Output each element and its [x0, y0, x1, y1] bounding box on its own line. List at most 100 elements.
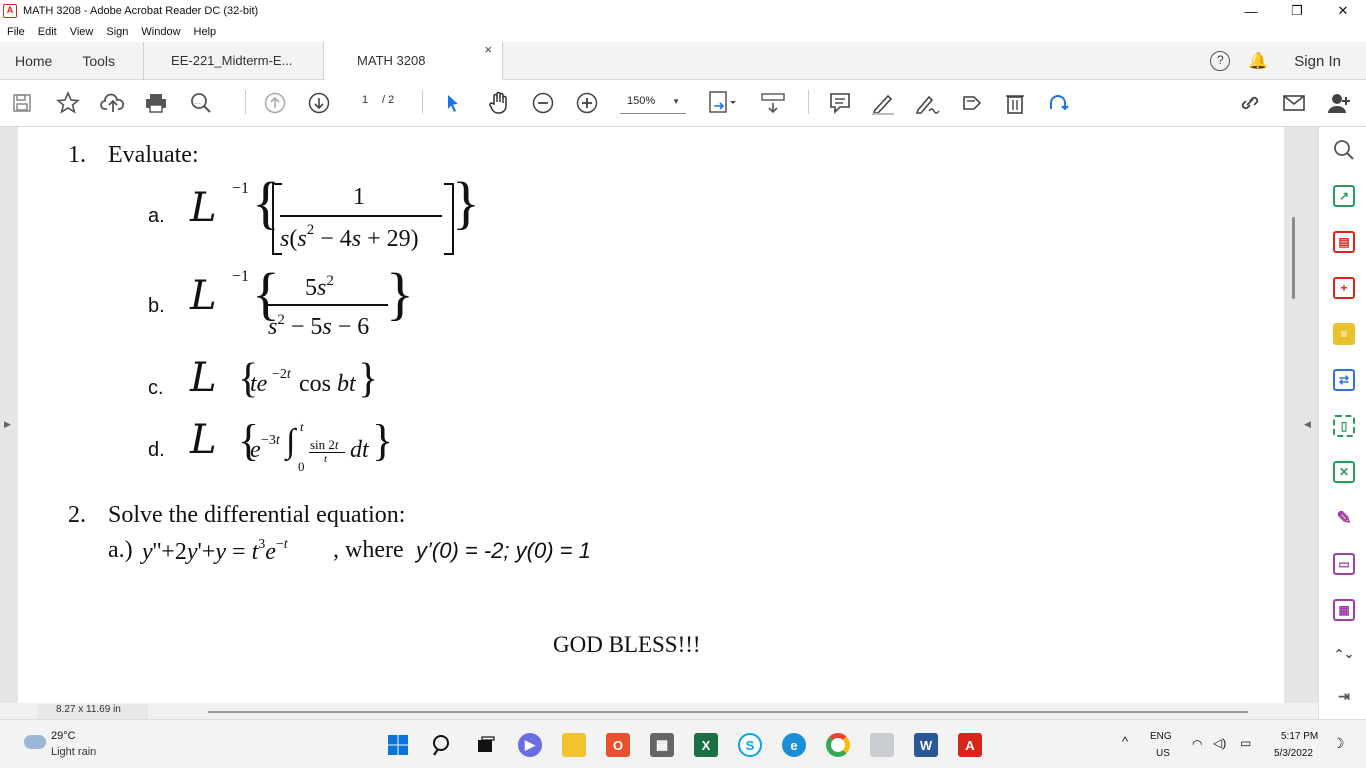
edge-browser-icon[interactable]: e — [782, 733, 806, 757]
file-explorer-icon[interactable] — [562, 733, 586, 757]
photos-app-icon[interactable] — [870, 733, 894, 757]
add-user-icon[interactable] — [1326, 91, 1352, 115]
edit-pdf-icon[interactable]: ▭ — [1333, 553, 1355, 575]
collapse-pane-icon[interactable]: ⇥ — [1333, 685, 1355, 707]
volume-icon[interactable]: ◁) — [1213, 736, 1226, 750]
acrobat-reader-taskbar-icon[interactable]: A — [958, 733, 982, 757]
minimize-button[interactable]: — — [1228, 0, 1274, 22]
menu-window[interactable]: Window — [141, 26, 180, 38]
next-page-icon[interactable] — [308, 91, 330, 115]
page-size-indicator: 8.27 x 11.69 in — [38, 704, 148, 719]
email-icon[interactable] — [1282, 91, 1306, 115]
protect-pdf-icon[interactable]: ▦ — [1333, 599, 1355, 621]
menu-sign[interactable]: Sign — [106, 26, 128, 38]
question-2a-where: , where — [333, 537, 404, 563]
search-zoom-icon[interactable] — [1333, 139, 1355, 161]
title-bar: A MATH 3208 - Adobe Acrobat Reader DC (3… — [0, 0, 1366, 22]
excel-icon[interactable]: X — [694, 733, 718, 757]
menu-help[interactable]: Help — [194, 26, 217, 38]
task-view-icon[interactable] — [474, 733, 498, 757]
closing-message: GOD BLESS!!! — [553, 632, 701, 657]
menu-edit[interactable]: Edit — [38, 26, 57, 38]
clock-date[interactable]: 5/3/2022 — [1274, 748, 1313, 759]
menu-view[interactable]: View — [70, 26, 94, 38]
close-button[interactable]: ✕ — [1320, 0, 1366, 22]
highlight-pen-icon[interactable] — [870, 91, 896, 115]
create-pdf-icon[interactable]: + — [1333, 277, 1355, 299]
question-2-number: 2. — [68, 502, 86, 528]
upload-cloud-icon[interactable] — [100, 91, 126, 115]
tab-document-ee221-label: EE-221_Midterm-E... — [171, 53, 293, 68]
windows-start-icon[interactable] — [386, 733, 410, 757]
tab-home[interactable]: Home — [0, 42, 67, 80]
horizontal-scrollbar[interactable] — [208, 711, 1248, 713]
zoom-level-dropdown[interactable]: 150% ▼ — [620, 88, 686, 114]
zoom-search-icon[interactable]: ... — [189, 91, 213, 115]
clock-time[interactable]: 5:17 PM — [1281, 731, 1318, 742]
hand-tool-icon[interactable] — [486, 91, 512, 115]
scrolling-mode-icon[interactable] — [760, 91, 786, 115]
share-pdf-icon[interactable]: ✕ — [1333, 461, 1355, 483]
tab-tools[interactable]: Tools — [67, 42, 143, 80]
previous-page-icon[interactable] — [264, 91, 286, 115]
bell-icon[interactable]: 🔔 — [1248, 51, 1268, 71]
chrome-browser-icon[interactable] — [826, 733, 850, 757]
select-cursor-icon[interactable] — [442, 91, 462, 115]
teams-chat-icon[interactable]: ▶ — [518, 733, 542, 757]
export-pdf-icon[interactable]: ↗ — [1333, 185, 1355, 207]
sign-fill-icon[interactable] — [958, 91, 986, 115]
weather-temperature[interactable]: 29°C — [51, 730, 76, 742]
sign-in-button[interactable]: Sign In — [1294, 53, 1341, 70]
menu-file[interactable]: File — [7, 26, 25, 38]
expand-left-panel-icon[interactable]: ▶ — [4, 419, 11, 430]
wifi-icon[interactable]: ◠ — [1192, 737, 1202, 751]
language-code[interactable]: ENG — [1150, 731, 1172, 742]
print-icon[interactable] — [144, 91, 168, 115]
comment-tool-icon[interactable]: ≡ — [1333, 323, 1355, 345]
battery-icon[interactable]: ▭ — [1240, 736, 1251, 750]
save-icon[interactable] — [12, 91, 32, 115]
convert-pdf-icon[interactable]: ⇄ — [1333, 369, 1355, 391]
zoom-level-value: 150% — [627, 95, 656, 107]
comment-icon[interactable] — [828, 91, 852, 115]
notification-moon-icon[interactable]: ☽ — [1332, 735, 1345, 752]
tray-expand-icon[interactable]: ^ — [1122, 734, 1128, 749]
collapse-right-panel-icon[interactable]: ◀ — [1304, 419, 1311, 430]
chevron-down-icon: ▼ — [672, 97, 680, 106]
tab-document-ee221[interactable]: EE-221_Midterm-E... — [143, 41, 323, 80]
document-viewport[interactable]: ▶ 1. Evaluate: a. L −1 { 1 s(s2 − 4s + 2… — [0, 127, 1318, 703]
tab-document-math3208[interactable]: MATH 3208 × — [323, 41, 504, 80]
fill-sign-icon[interactable]: ✎ — [1333, 507, 1355, 529]
organize-pages-icon[interactable]: ▤ — [1333, 231, 1355, 253]
toolbar-separator — [245, 90, 246, 114]
zoom-in-icon[interactable] — [576, 91, 598, 115]
skype-icon[interactable]: S — [738, 733, 762, 757]
tab-bar-right: ? 🔔 Sign In — [1210, 42, 1366, 80]
search-icon[interactable] — [430, 733, 454, 757]
help-icon[interactable]: ? — [1210, 51, 1231, 71]
draw-freeform-icon[interactable] — [914, 91, 942, 115]
calculator-icon[interactable]: ▦ — [650, 733, 674, 757]
tab-close-icon[interactable]: × — [484, 42, 492, 57]
toolbar-separator — [808, 90, 809, 114]
fit-page-icon[interactable] — [708, 91, 738, 115]
zoom-out-icon[interactable] — [532, 91, 554, 115]
chevron-up-down-icon[interactable]: ⌃⌄ — [1333, 643, 1355, 665]
language-region[interactable]: US — [1156, 748, 1170, 759]
weather-condition[interactable]: Light rain — [51, 746, 96, 758]
compress-pdf-icon[interactable]: ▯ — [1333, 415, 1355, 437]
share-link-icon[interactable] — [1237, 91, 1263, 115]
word-icon[interactable]: W — [914, 733, 938, 757]
vertical-scrollbar-thumb[interactable] — [1292, 217, 1295, 299]
part-b-label: b. — [148, 295, 165, 317]
windows-taskbar: 29°C Light rain ▶ O ▦ X S e W A ^ ENG US… — [0, 719, 1366, 768]
undo-rotate-icon[interactable] — [1046, 91, 1070, 115]
weather-cloud-icon[interactable] — [24, 735, 46, 749]
part-a-label: a. — [148, 205, 165, 227]
part-c-label: c. — [148, 377, 164, 399]
delete-trash-icon[interactable] — [1004, 91, 1026, 115]
bookmark-star-icon[interactable] — [56, 91, 80, 115]
current-page-input[interactable]: 1 — [362, 94, 368, 106]
maximize-button[interactable]: ❐ — [1274, 0, 1320, 22]
office-icon[interactable]: O — [606, 733, 630, 757]
